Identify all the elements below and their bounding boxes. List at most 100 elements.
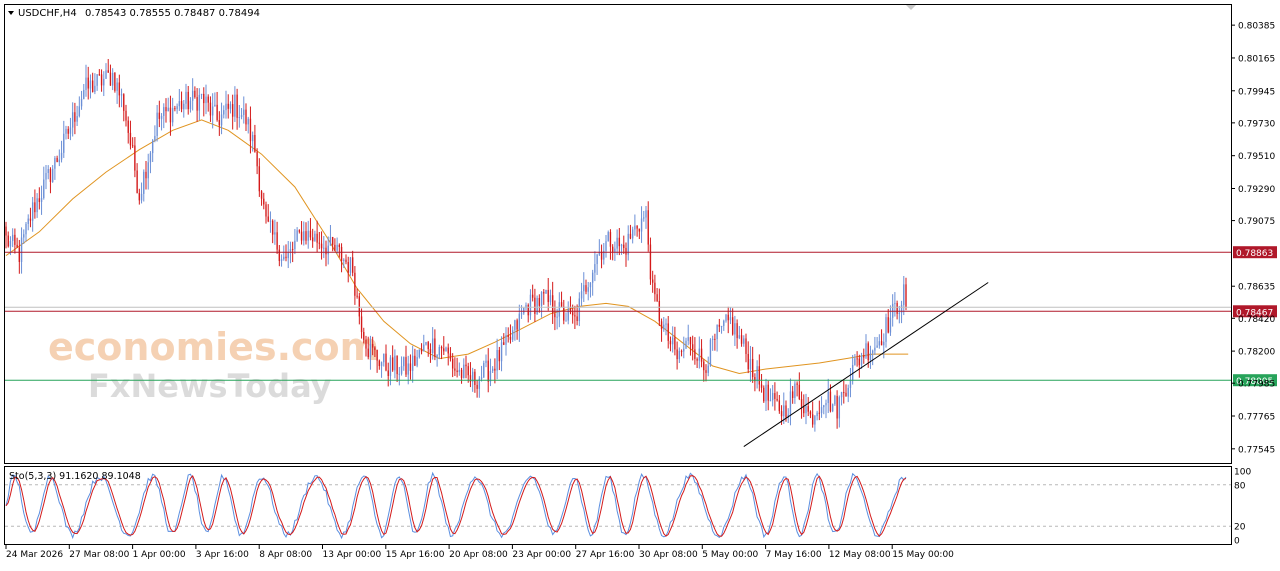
candle-body [65,128,67,134]
candle-body [209,102,212,116]
candle-body [100,74,103,86]
candle-body [187,91,189,110]
candle-body [358,296,361,317]
candle-body [647,210,649,245]
candle-body [774,393,776,399]
candle-body [220,114,223,126]
candle-body [445,347,447,352]
candle-body [183,103,185,110]
candle-body [440,346,443,349]
candle-body [11,234,14,242]
candle-body [178,101,181,107]
candle-body [505,335,507,345]
time-tick-label: 27 Apr 16:00 [576,550,635,560]
time-tick-label: 1 Apr 00:00 [133,550,186,560]
candle-body [83,89,85,99]
stochastic-pane-frame [4,466,1232,545]
candle-body [263,198,265,205]
candle-body [485,360,487,364]
time-tick-label: 23 Apr 00:00 [512,550,571,560]
candle-body [620,244,623,247]
candle-body [303,231,305,241]
stochastic-label: Sto(5,3,3) 91.1620 89.1048 [9,471,141,482]
candle-body [260,191,263,199]
candle-body [849,380,852,388]
candle-body [725,314,727,321]
candle-body [123,94,125,111]
candle-body [54,157,56,169]
time-tick-label: 5 May 00:00 [702,550,758,560]
candle-body [520,313,523,315]
candle-body [583,285,585,292]
candle-body [167,107,169,112]
candle-body [149,153,152,163]
candle-body [234,94,236,117]
candle-body [694,349,696,359]
candle-body [731,317,734,335]
candle-body [843,392,845,394]
stoch-tick-label: 20 [1234,523,1246,533]
candle-body [769,400,772,402]
candle-body [285,256,287,259]
candle-body [354,272,356,296]
candle-body [136,170,138,194]
candle-body [905,284,907,308]
candle-body [129,132,132,146]
candle-body [63,133,65,153]
candle-body [867,343,869,361]
candle-body [278,249,281,261]
candle-body [747,353,749,370]
candle-body [469,375,472,382]
candle-body [134,145,136,171]
candle-body [214,104,216,107]
candle-body [254,134,256,152]
candle-body [431,338,434,353]
candle-body [229,104,232,109]
candle-body [38,198,41,202]
candle-body [87,77,89,89]
candle-body [547,289,549,303]
candle-body [5,226,7,236]
chart-container[interactable]: economies.com FxNewsToday 0.78863 0.78467… [0,0,1280,567]
candle-body [223,110,225,115]
candle-body [738,335,741,339]
candle-body [343,259,345,261]
candle-body [89,80,92,89]
candle-body [460,369,463,378]
candle-body [718,324,721,327]
candle-body [367,348,369,358]
candle-body [880,341,883,346]
candle-body [878,341,881,346]
candle-body [711,338,714,340]
candle-body [545,289,547,294]
price-tick-label: 0.78420 [1238,315,1275,325]
candle-body [316,233,318,243]
candle-body [391,357,394,371]
candle-body [487,360,489,382]
price-tick-label: 0.78635 [1238,283,1275,293]
candle-body [243,109,245,116]
usdchf-chart[interactable]: economies.com FxNewsToday 0.788630.78467… [0,0,1280,567]
candle-body [147,162,149,179]
price-axis: 0.80385 0.80165 0.79945 0.79730 0.79510 0.792… [1231,22,1275,455]
price-tick-label: 0.79290 [1238,185,1275,195]
candle-body [734,323,736,335]
candle-body [496,350,498,371]
candle-body [703,361,705,371]
candle-body [120,94,123,96]
candle-body [467,366,469,376]
candle-body [409,363,412,371]
price-tick-label: 0.79510 [1238,152,1275,162]
candle-body [616,237,618,249]
candle-body [191,90,194,101]
candle-body [305,231,307,241]
candle-body [736,323,738,339]
candle-body [889,317,892,333]
candle-body [47,169,49,173]
candle-body [543,292,545,294]
candle-body [696,358,698,361]
candle-body [500,342,503,362]
candle-body [529,294,532,316]
candle-body [698,348,701,361]
candle-body [200,93,203,95]
